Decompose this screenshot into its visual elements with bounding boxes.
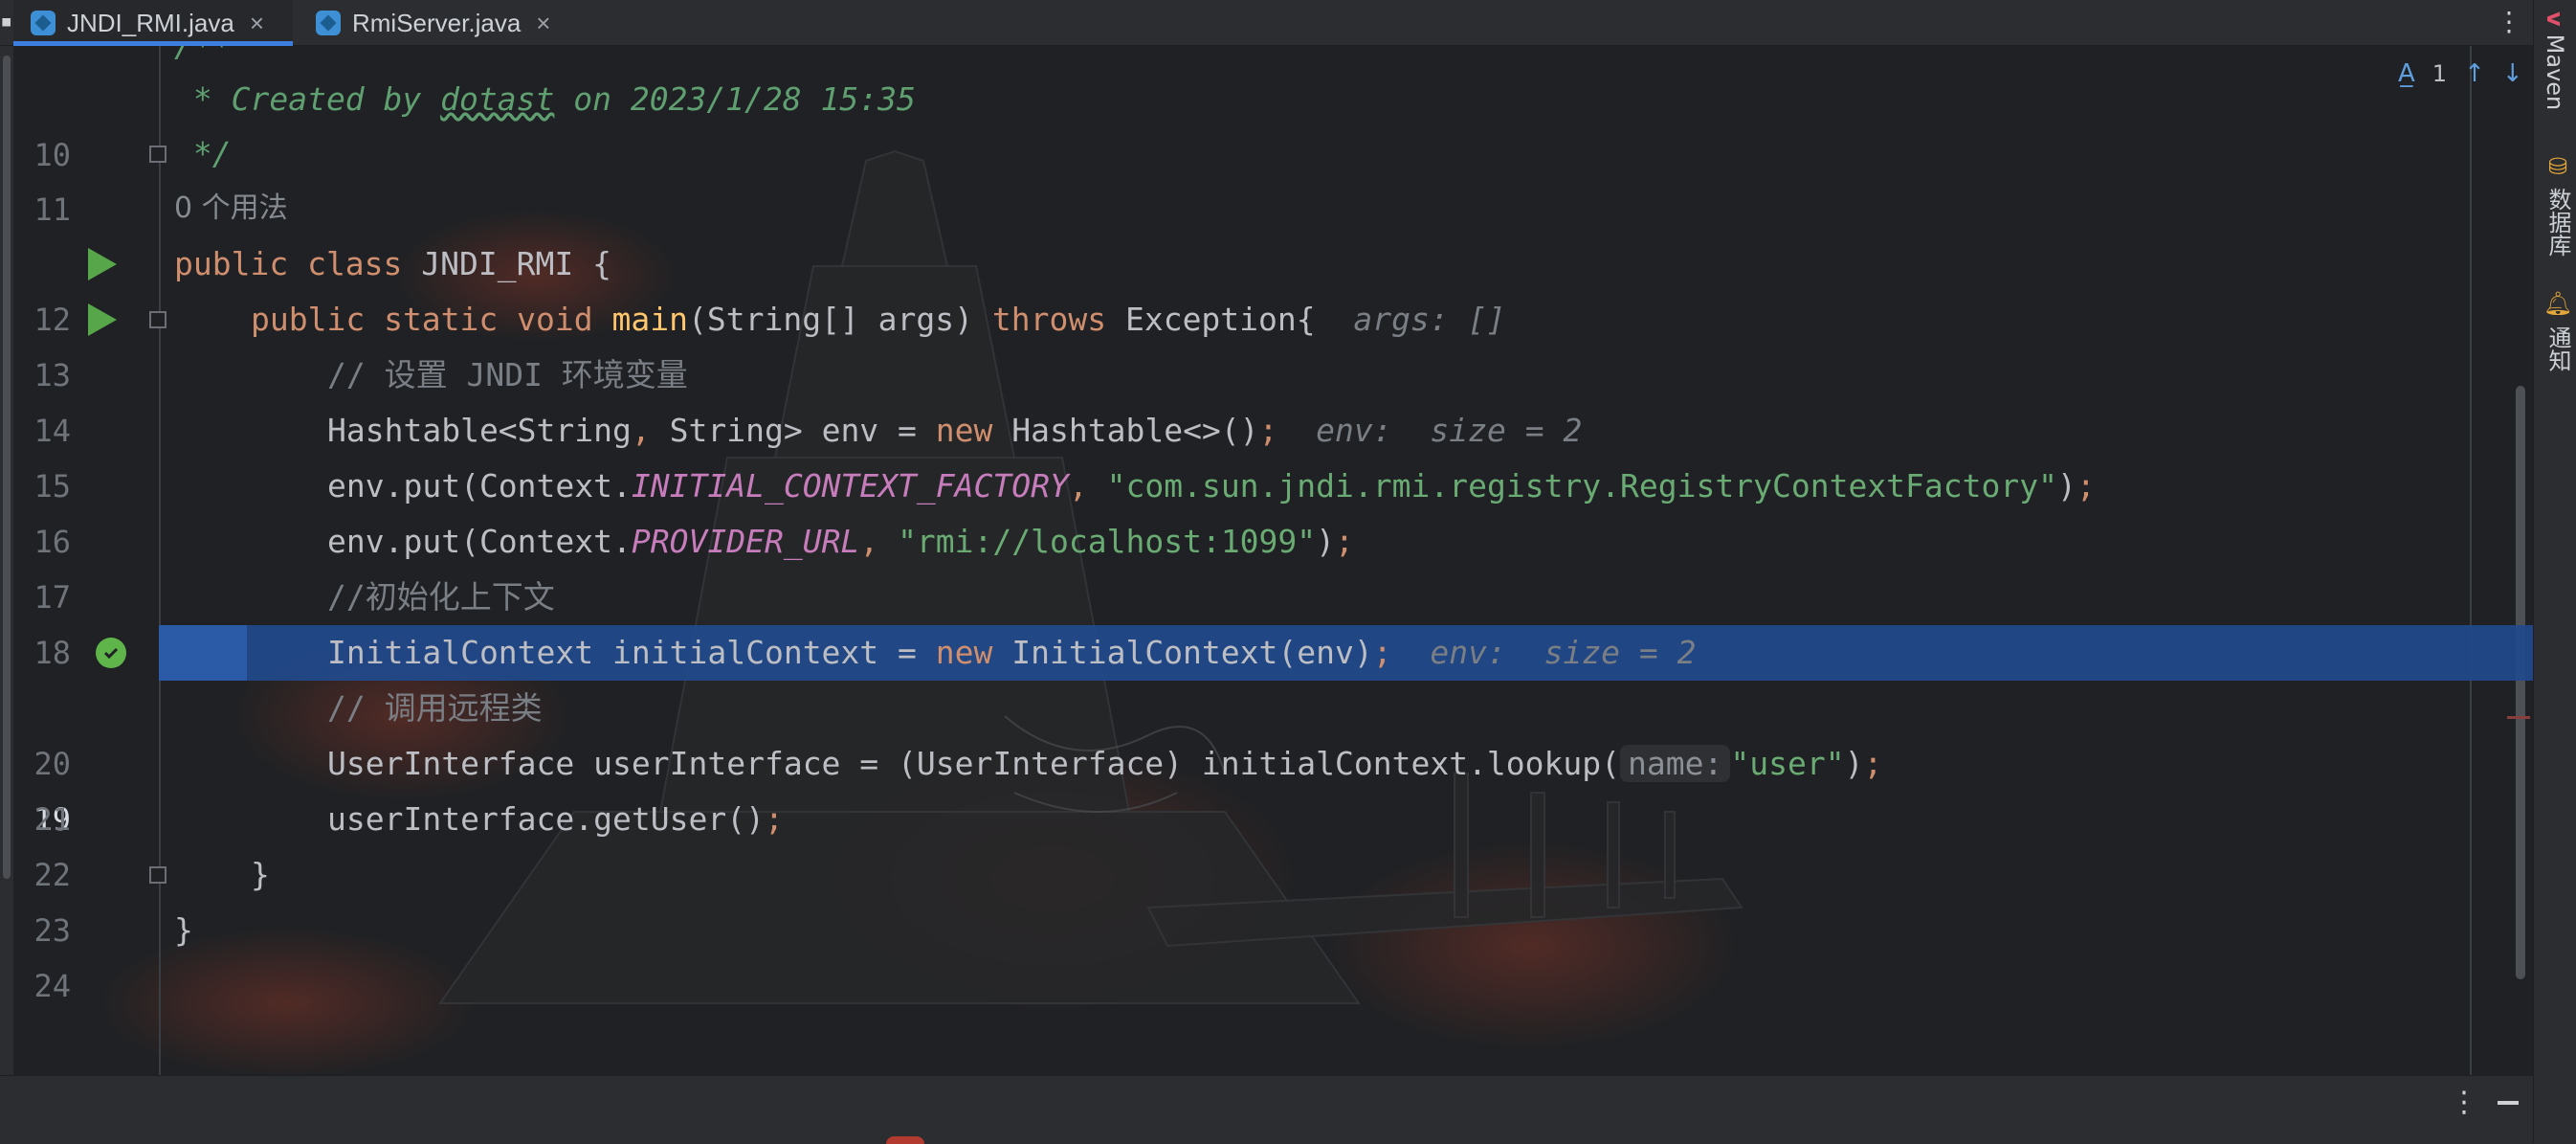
code-comment: // 调用远程类 — [327, 689, 543, 727]
code-line: 24 } — [0, 903, 2533, 1004]
code-text: UserInterface userInterface = (UserInter… — [327, 745, 1883, 782]
run-icon[interactable] — [88, 303, 117, 336]
code-line: 13 public static void main(String[] args… — [0, 292, 2533, 393]
code-line: 14 // 设置 JNDI 环境变量 — [0, 348, 2533, 449]
inline-debug-hint: env: size = 2 — [1316, 412, 1583, 449]
line-number: 24 — [33, 968, 71, 1004]
code-text: InitialContext initialContext = new Init… — [327, 634, 1697, 671]
tab-label: JNDI_RMI.java — [67, 8, 234, 37]
code-editor[interactable]: A̲ 1 ↑ ↓ /** 10 * Created by dotast on 2… — [0, 46, 2533, 1075]
tool-window-database[interactable]: ⛁ 数据库 — [2542, 153, 2575, 257]
code-text: * Created by dotast on 2023/1/28 15:35 — [174, 80, 916, 118]
tool-window-label: 通知 — [2544, 325, 2571, 372]
java-class-icon — [31, 11, 56, 35]
fold-icon[interactable] — [149, 146, 167, 163]
parameter-hint: name: — [1620, 745, 1731, 782]
tool-window-notifications[interactable]: 🔔︎ 通知 — [2542, 289, 2575, 371]
database-icon: ⛁ — [2544, 153, 2571, 180]
java-class-icon — [316, 11, 341, 35]
code-text: Hashtable<String, String> env = new Hash… — [327, 412, 1583, 449]
code-line: 10 * Created by dotast on 2023/1/28 15:3… — [0, 72, 2533, 173]
code-line: 20 // 调用远程类 — [0, 681, 2533, 782]
code-line: 17 env.put(Context.PROVIDER_URL, "rmi://… — [0, 514, 2533, 616]
usage-hint[interactable]: 0 个用法 — [174, 181, 288, 236]
tool-window-label: 数据库 — [2544, 188, 2571, 257]
code-comment: //初始化上下文 — [327, 578, 555, 616]
inline-debug-hint: env: size = 2 — [1430, 634, 1697, 671]
tool-window-label: Maven — [2542, 34, 2568, 111]
tab-jndi-rmi[interactable]: JNDI_RMI.java × — [13, 0, 293, 46]
code-text: /** — [174, 46, 232, 74]
bottom-panel-header: ⋮ — [0, 1075, 2533, 1144]
code-text: public class JNDI_RMI { — [174, 245, 611, 282]
code-line: 15 Hashtable<String, String> env = new H… — [0, 403, 2533, 505]
close-icon[interactable]: × — [536, 9, 550, 38]
execution-highlight-indent — [159, 625, 247, 681]
code-text: public static void main(String[] args) t… — [251, 301, 1506, 338]
fold-icon[interactable] — [149, 866, 167, 884]
maven-icon: v — [2542, 11, 2568, 27]
code-text: } — [174, 911, 193, 949]
author-name: dotast — [440, 80, 555, 118]
code-line: 12 public class JNDI_RMI { — [0, 236, 2533, 338]
editor-tab-bar: ▪ JNDI_RMI.java × RmiServer.java × ⋮ — [0, 0, 2576, 46]
tab-rmi-server[interactable]: RmiServer.java × — [299, 0, 576, 46]
code-line: 23 } — [0, 847, 2533, 949]
code-text: env.put(Context.PROVIDER_URL, "rmi://loc… — [327, 523, 1354, 560]
tool-window-maven[interactable]: v Maven — [2542, 11, 2568, 110]
more-options-icon[interactable]: ⋮ — [2496, 6, 2522, 37]
current-execution-line: 19 InitialContext initialContext = new I… — [0, 625, 2533, 838]
check-icon — [103, 647, 119, 660]
code-line: 22 userInterface.getUser(); — [0, 792, 2533, 893]
inline-debug-hint: args: [] — [1353, 301, 1506, 338]
code-text: env.put(Context.INITIAL_CONTEXT_FACTORY,… — [327, 467, 2096, 505]
code-text: } — [251, 856, 270, 893]
minimize-icon[interactable] — [2498, 1101, 2519, 1105]
code-line: 18 //初始化上下文 — [0, 570, 2533, 671]
right-tool-strip: v Maven ⛁ 数据库 🔔︎ 通知 — [2533, 0, 2576, 1143]
tab-list-handle[interactable]: ▪ — [0, 10, 12, 36]
run-icon[interactable] — [88, 248, 117, 280]
more-options-icon[interactable]: ⋮ — [2450, 1086, 2478, 1119]
code-comment: // 设置 JNDI 环境变量 — [327, 356, 688, 393]
fold-icon[interactable] — [149, 311, 167, 328]
code-text: userInterface.getUser(); — [327, 800, 784, 838]
breakpoint-check-icon[interactable] — [96, 638, 126, 668]
close-icon[interactable]: × — [250, 9, 264, 38]
code-line: /** — [0, 46, 2533, 74]
code-text: */ — [174, 135, 232, 172]
code-line: 21 UserInterface userInterface = (UserIn… — [0, 736, 2533, 838]
usage-hint-line: 0 个用法 — [0, 181, 2533, 236]
bell-icon: 🔔︎ — [2544, 289, 2571, 319]
code-line: 11 */ — [0, 126, 2533, 228]
code-line: 16 env.put(Context.INITIAL_CONTEXT_FACTO… — [0, 459, 2533, 560]
tab-label: RmiServer.java — [352, 8, 522, 37]
